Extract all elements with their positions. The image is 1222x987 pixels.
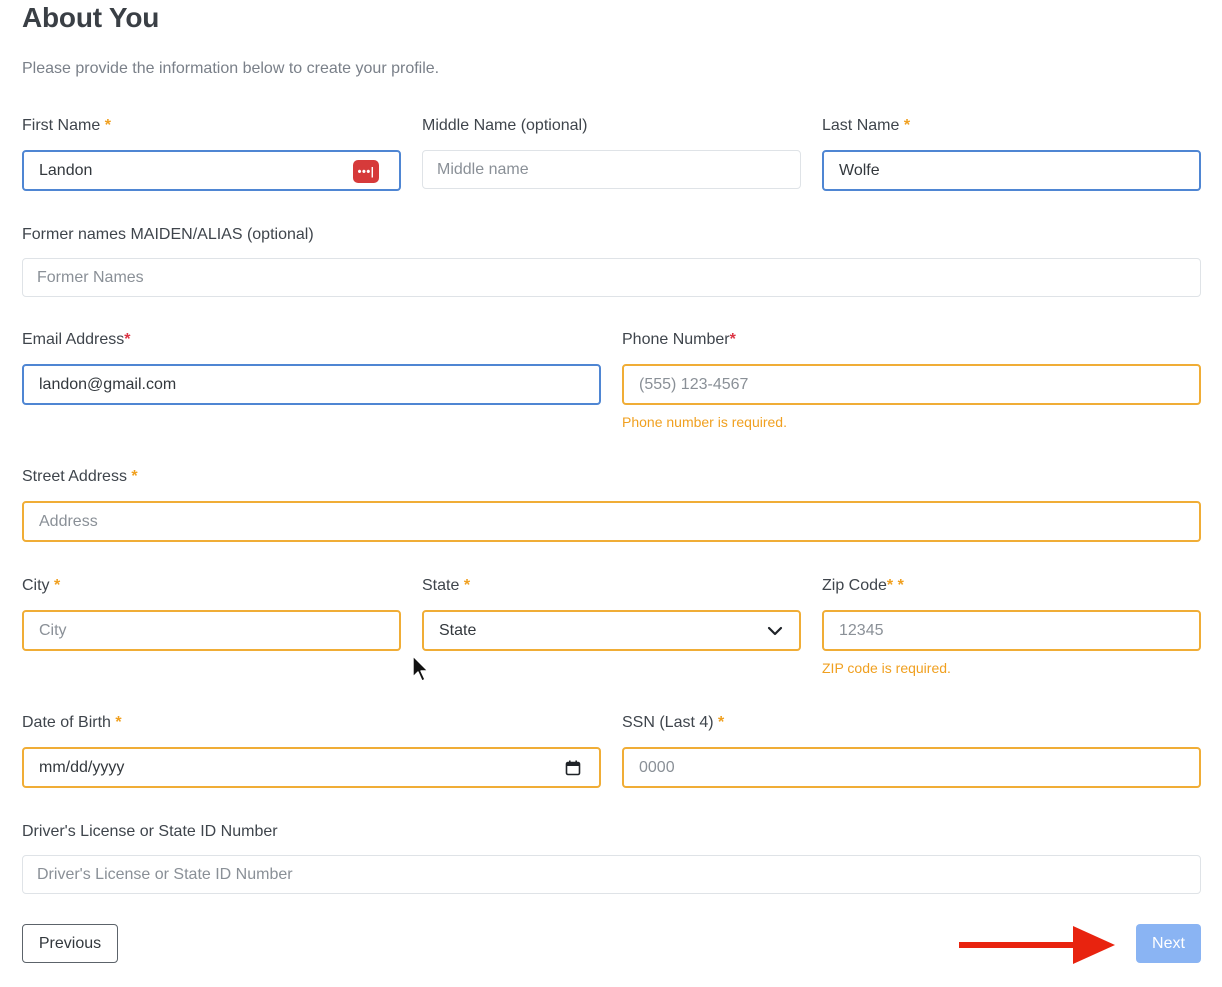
license-input[interactable]: Driver's License or State ID Number [22, 855, 1201, 894]
email-label: Email Address* [22, 331, 131, 348]
dob-placeholder: mm/dd/yyyy [39, 758, 125, 776]
phone-error: Phone number is required. [622, 414, 787, 430]
former-names-label: Former names MAIDEN/ALIAS (optional) [22, 226, 314, 243]
state-select[interactable]: State [422, 610, 801, 651]
last-name-input[interactable]: Wolfe [822, 150, 1201, 191]
dob-group: Date of Birth * mm/dd/yyyy [22, 714, 601, 790]
zip-group: Zip Code* * 12345 ZIP code is required. [822, 577, 1201, 682]
city-label: City * [22, 577, 61, 594]
dob-label: Date of Birth * [22, 714, 122, 731]
red-arrow-icon [959, 926, 1115, 964]
city-group: City * City [22, 577, 401, 653]
ssn-group: SSN (Last 4) * 0000 [622, 714, 1201, 790]
first-name-value: Landon [39, 161, 93, 179]
middle-name-input[interactable]: Middle name [422, 150, 801, 189]
previous-button[interactable]: Previous [22, 924, 118, 963]
license-group: Driver's License or State ID Number Driv… [22, 823, 1201, 895]
state-label: State * [422, 577, 471, 594]
phone-placeholder: (555) 123-4567 [639, 375, 749, 393]
former-names-group: Former names MAIDEN/ALIAS (optional) For… [22, 226, 1201, 298]
state-group: State * State [422, 577, 801, 653]
street-placeholder: Address [39, 512, 98, 530]
first-name-input[interactable]: Landon •••| [22, 150, 401, 191]
street-group: Street Address * Address [22, 468, 1201, 544]
city-input[interactable]: City [22, 610, 401, 651]
last-name-group: Last Name * Wolfe [822, 117, 1201, 192]
page-subtitle: Please provide the information below to … [22, 60, 440, 77]
last-name-value: Wolfe [839, 161, 880, 179]
zip-error: ZIP code is required. [822, 660, 951, 676]
phone-group: Phone Number* (555) 123-4567 Phone numbe… [622, 331, 1201, 436]
email-input[interactable]: landon@gmail.com [22, 364, 601, 405]
ssn-placeholder: 0000 [639, 758, 675, 776]
license-label: Driver's License or State ID Number [22, 823, 278, 840]
first-name-group: First Name * Landon •••| [22, 117, 401, 192]
phone-input[interactable]: (555) 123-4567 [622, 364, 1201, 405]
zip-label: Zip Code* * [822, 577, 904, 594]
password-manager-icon[interactable]: •••| [353, 160, 379, 183]
zip-input[interactable]: 12345 [822, 610, 1201, 651]
mouse-pointer-icon [412, 655, 429, 682]
last-name-label: Last Name * [822, 117, 911, 134]
ssn-label: SSN (Last 4) * [622, 714, 725, 731]
former-names-placeholder: Former Names [37, 268, 144, 286]
state-selected-value: State [439, 621, 477, 639]
dob-input[interactable]: mm/dd/yyyy [22, 747, 601, 788]
email-value: landon@gmail.com [39, 375, 177, 393]
next-button[interactable]: Next [1136, 924, 1201, 963]
page-title: About You [22, 2, 160, 33]
chevron-down-icon [767, 626, 783, 636]
zip-placeholder: 12345 [839, 621, 884, 639]
street-label: Street Address * [22, 468, 138, 485]
first-name-label: First Name * [22, 117, 111, 134]
ssn-input[interactable]: 0000 [622, 747, 1201, 788]
phone-label: Phone Number* [622, 331, 736, 348]
license-placeholder: Driver's License or State ID Number [37, 865, 293, 883]
city-placeholder: City [39, 621, 67, 639]
middle-name-label: Middle Name (optional) [422, 117, 588, 134]
middle-name-group: Middle Name (optional) Middle name [422, 117, 801, 192]
calendar-icon[interactable] [565, 760, 581, 776]
street-input[interactable]: Address [22, 501, 1201, 542]
middle-name-placeholder: Middle name [437, 160, 529, 178]
former-names-input[interactable]: Former Names [22, 258, 1201, 297]
email-group: Email Address* landon@gmail.com [22, 331, 601, 407]
